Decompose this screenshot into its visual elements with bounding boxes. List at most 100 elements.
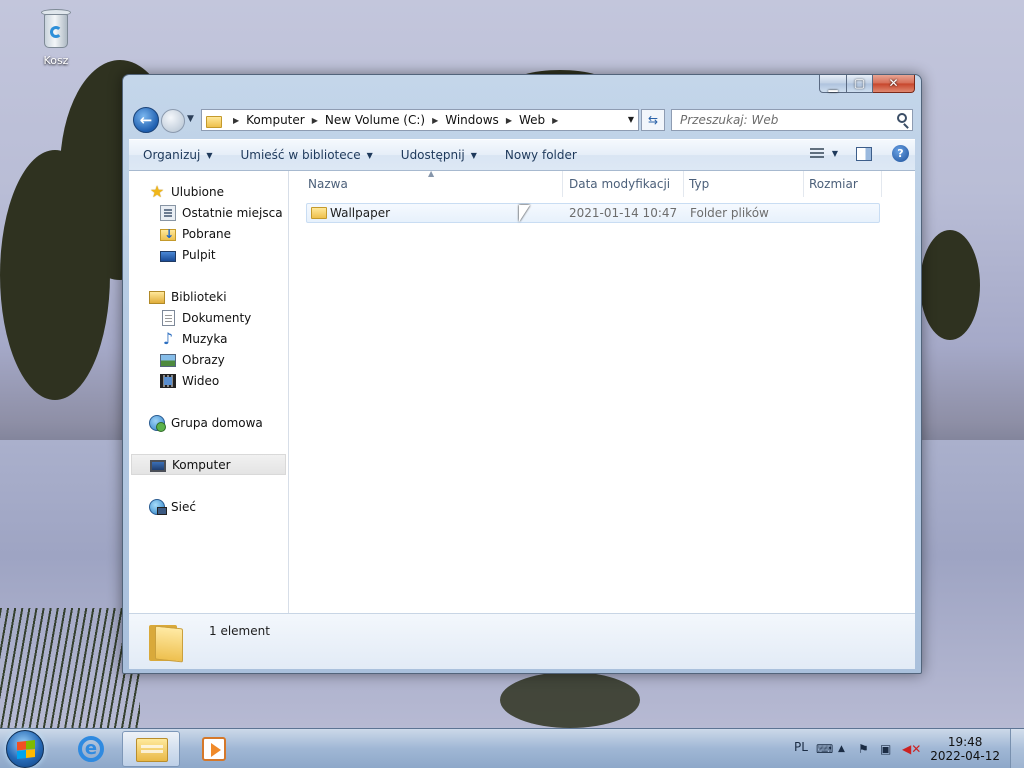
show-hidden-icons-icon[interactable]: ▲ <box>838 744 845 754</box>
nav-homegroup[interactable]: Grupa domowa <box>129 412 288 433</box>
refresh-icon: ⇆ <box>647 113 659 127</box>
table-row[interactable]: Wallpaper 2021-01-14 10:47 Folder plików <box>306 203 880 223</box>
taskbar-media-player[interactable] <box>184 731 242 767</box>
start-button[interactable] <box>6 730 44 768</box>
maximize-button[interactable]: ▢ <box>847 75 873 93</box>
nav-recent-places[interactable]: Ostatnie miejsca <box>129 202 288 223</box>
music-icon: ♪ <box>162 328 174 348</box>
folder-icon <box>206 115 222 128</box>
column-divider[interactable] <box>683 171 684 197</box>
view-dropdown-icon[interactable]: ▼ <box>832 149 838 158</box>
system-tray: PL ⌨ ▲ ⚑ ▣ ◀✕ 19:48 2022-04-12 <box>774 729 1024 768</box>
large-folder-icon <box>149 621 183 663</box>
address-dropdown-icon[interactable]: ▼ <box>628 115 634 124</box>
volume-muted-icon[interactable]: ◀✕ <box>902 742 921 756</box>
search-icon[interactable] <box>897 113 907 123</box>
chevron-down-icon: ▼ <box>206 150 213 160</box>
keyboard-icon[interactable]: ⌨ <box>816 742 833 756</box>
column-headers: ▲ Nazwa Data modyfikacji Typ Rozmiar <box>290 169 915 197</box>
clock[interactable]: 19:48 2022-04-12 <box>930 735 1000 763</box>
search-placeholder: Przeszukaj: Web <box>680 113 779 127</box>
recent-places-icon <box>160 204 176 221</box>
nav-downloads[interactable]: Pobrane <box>129 223 288 244</box>
column-date-modified[interactable]: Data modyfikacji <box>569 177 670 191</box>
windows-explorer-icon <box>136 738 168 762</box>
navigation-bar: ← ▼ ▶ Komputer ▶ New Volume (C:) ▶ Windows… <box>131 107 913 133</box>
documents-icon <box>162 309 175 326</box>
explorer-client-area: ★Ulubione Ostatnie miejsca Pobrane Pulpi… <box>129 169 915 613</box>
nav-documents[interactable]: Dokumenty <box>129 307 288 328</box>
recycle-bin-label: Kosz <box>43 54 69 67</box>
nav-music[interactable]: ♪ Muzyka <box>129 328 288 349</box>
breadcrumb-arrow-icon: ▶ <box>552 115 559 125</box>
chevron-down-icon: ▼ <box>470 150 477 160</box>
preview-pane-icon[interactable] <box>856 146 872 161</box>
file-date: 2021-01-14 10:47 <box>569 206 678 220</box>
column-name[interactable]: Nazwa <box>308 177 348 191</box>
maximize-icon: ▢ <box>853 76 866 90</box>
column-size[interactable]: Rozmiar <box>809 177 858 191</box>
explorer-window: ▁ ▢ ✕ ← ▼ ▶ Komputer ▶ New Volume (C:) ▶ W… <box>122 74 922 674</box>
breadcrumb-arrow-icon[interactable]: ▶ <box>233 116 239 125</box>
homegroup-icon <box>149 414 166 432</box>
breadcrumb-arrow-icon: ▶ <box>432 115 439 125</box>
nav-network[interactable]: Sieć <box>129 496 288 517</box>
item-count: 1 element <box>209 624 270 638</box>
libraries-icon <box>149 291 165 304</box>
action-center-flag-icon[interactable]: ⚑ <box>858 742 869 756</box>
recent-pages-dropdown[interactable]: ▼ <box>187 114 194 124</box>
nav-videos[interactable]: Wideo <box>129 370 288 391</box>
wallpaper-tree <box>920 230 980 340</box>
minimize-button[interactable]: ▁ <box>819 75 847 93</box>
chevron-down-icon: ▼ <box>366 150 373 160</box>
organize-button[interactable]: Organizuj ▼ <box>143 148 212 162</box>
back-arrow-icon: ← <box>139 111 153 129</box>
help-icon[interactable]: ? <box>892 145 909 162</box>
details-pane: 1 element <box>129 613 915 669</box>
windows-logo-icon <box>17 740 35 759</box>
network-icon <box>149 498 167 515</box>
clock-date: 2022-04-12 <box>930 749 1000 763</box>
internet-explorer-icon: e <box>78 736 104 762</box>
new-folder-button[interactable]: Nowy folder <box>505 148 577 162</box>
language-indicator[interactable]: PL <box>794 740 808 754</box>
sort-ascending-icon: ▲ <box>428 169 435 178</box>
videos-icon <box>160 374 176 388</box>
clock-time: 19:48 <box>947 735 983 749</box>
wallpaper-reeds <box>0 608 140 728</box>
address-bar[interactable]: ▶ Komputer ▶ New Volume (C:) ▶ Windows ▶ We… <box>201 109 639 131</box>
column-divider[interactable] <box>562 171 563 197</box>
nav-pictures[interactable]: Obrazy <box>129 349 288 370</box>
breadcrumb-web[interactable]: Web ▶ <box>519 113 565 127</box>
breadcrumb-computer[interactable]: Komputer ▶ <box>246 113 325 127</box>
column-divider[interactable] <box>803 171 804 197</box>
taskbar: e PL ⌨ ▲ ⚑ ▣ ◀✕ 19:48 2022-04-12 <box>0 728 1024 768</box>
recycle-bin-desktop-icon[interactable]: Kosz <box>30 6 82 67</box>
include-in-library-button[interactable]: Umieść w bibliotece ▼ <box>240 148 372 162</box>
view-options-icon[interactable] <box>809 147 824 160</box>
column-divider[interactable] <box>881 171 882 197</box>
file-type: Folder plików <box>690 206 769 220</box>
refresh-button[interactable]: ⇆ <box>641 109 665 131</box>
taskbar-internet-explorer[interactable]: e <box>60 731 118 767</box>
breadcrumb-windows[interactable]: Windows ▶ <box>445 113 519 127</box>
forward-button[interactable] <box>161 109 185 133</box>
close-button[interactable]: ✕ <box>873 75 915 93</box>
share-button[interactable]: Udostępnij ▼ <box>401 148 477 162</box>
column-type[interactable]: Typ <box>689 177 709 191</box>
show-desktop-button[interactable] <box>1010 729 1024 768</box>
nav-computer[interactable]: Komputer <box>131 454 286 475</box>
navigation-pane: ★Ulubione Ostatnie miejsca Pobrane Pulpi… <box>129 171 289 613</box>
nav-desktop[interactable]: Pulpit <box>129 244 288 265</box>
taskbar-windows-explorer[interactable] <box>122 731 180 767</box>
network-tray-icon[interactable]: ▣ <box>880 742 891 756</box>
breadcrumb-drive[interactable]: New Volume (C:) ▶ <box>325 113 445 127</box>
wallpaper-tree <box>0 150 110 400</box>
breadcrumb-arrow-icon: ▶ <box>311 115 318 125</box>
wallpaper-tree-reflection <box>500 672 640 728</box>
nav-favorites[interactable]: ★ Ulubione <box>129 181 288 202</box>
search-input[interactable]: Przeszukaj: Web <box>671 109 913 131</box>
back-button[interactable]: ← <box>133 107 159 133</box>
nav-libraries[interactable]: Biblioteki <box>129 286 288 307</box>
recycle-bin-icon <box>39 6 73 50</box>
